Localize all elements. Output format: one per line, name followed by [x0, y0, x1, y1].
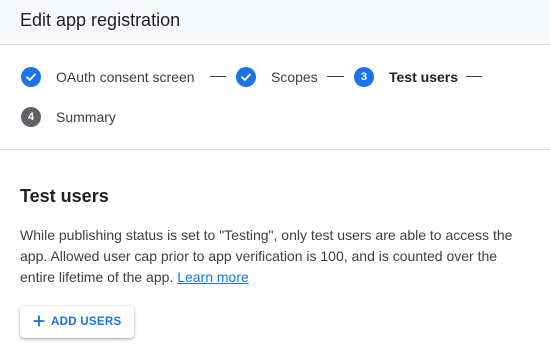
- step-connector: [210, 76, 226, 77]
- step-oauth-consent-screen[interactable]: OAuth consent screen: [21, 65, 195, 89]
- section-description: While publishing status is set to "Testi…: [20, 225, 535, 288]
- step-label: OAuth consent screen: [56, 69, 195, 85]
- section-divider: [0, 149, 550, 150]
- step-connector: [466, 76, 482, 77]
- step-test-users[interactable]: 3 Test users: [354, 65, 458, 89]
- step-label: Summary: [56, 109, 116, 125]
- step-summary[interactable]: 4 Summary: [21, 105, 116, 129]
- stepper: OAuth consent screen Scopes 3 Test users…: [0, 45, 550, 149]
- add-users-button[interactable]: ADD USERS: [20, 306, 134, 338]
- plus-icon: [33, 315, 45, 330]
- step-scopes[interactable]: Scopes: [236, 65, 318, 89]
- step-number-badge: 3: [354, 67, 374, 87]
- page-title: Edit app registration: [20, 10, 181, 30]
- check-icon: [21, 67, 41, 87]
- page-header: Edit app registration: [0, 0, 550, 45]
- step-label: Scopes: [271, 69, 318, 85]
- step-label: Test users: [389, 69, 458, 85]
- step-number-badge: 4: [21, 107, 41, 127]
- learn-more-link[interactable]: Learn more: [177, 269, 249, 285]
- check-icon: [236, 67, 256, 87]
- section-title: Test users: [20, 186, 109, 206]
- step-connector: [327, 76, 344, 77]
- add-users-label: ADD USERS: [51, 316, 122, 328]
- description-text: While publishing status is set to "Testi…: [20, 227, 513, 285]
